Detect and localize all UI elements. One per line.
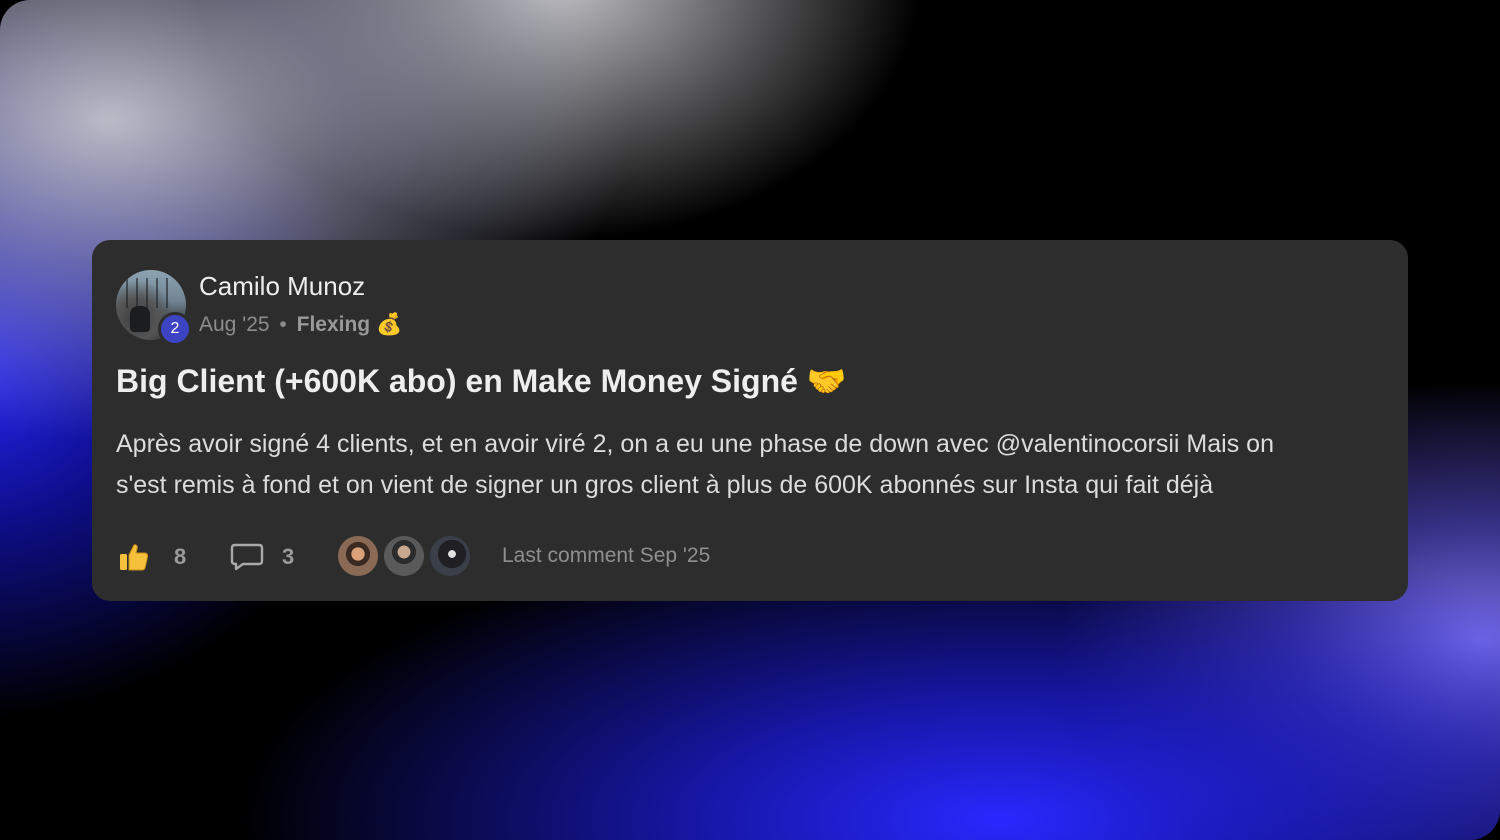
commenter-avatar[interactable] (336, 534, 380, 578)
post-stats: 8 3 Last comment Sep '25 (116, 534, 816, 578)
meta-separator: • (279, 313, 287, 336)
post-body[interactable]: Après avoir signé 4 clients, et en avoir… (116, 424, 1386, 506)
author-name[interactable]: Camilo Munoz (199, 271, 365, 302)
comment-bubble-icon[interactable] (230, 542, 264, 572)
comment-count: 3 (282, 544, 295, 569)
last-comment-date: Last comment Sep '25 (502, 544, 711, 567)
post-body-line: s'est remis à fond et on vient de signer… (116, 471, 1214, 499)
post-meta: Aug '25 • Flexing 💰 (199, 313, 402, 337)
screenshot-frame: 2 Camilo Munoz Aug '25 • Flexing 💰 Big C… (0, 0, 1500, 840)
money-bag-icon: 💰 (375, 313, 403, 336)
commenter-avatar[interactable] (428, 534, 472, 578)
post-date: Aug '25 (199, 313, 270, 336)
level-badge: 2 (158, 312, 192, 346)
like-count: 8 (174, 544, 187, 569)
post-category[interactable]: Flexing (297, 313, 371, 336)
post-title[interactable]: Big Client (+600K abo) en Make Money Sig… (116, 362, 847, 400)
post-body-line: Après avoir signé 4 clients, et en avoir… (116, 430, 1274, 458)
thumbs-up-icon[interactable] (119, 542, 149, 572)
commenter-avatar[interactable] (382, 534, 426, 578)
